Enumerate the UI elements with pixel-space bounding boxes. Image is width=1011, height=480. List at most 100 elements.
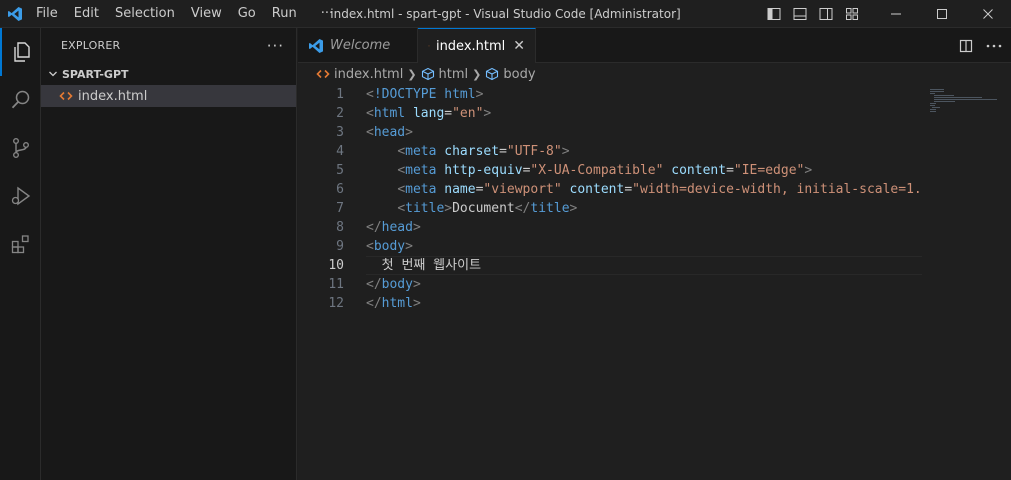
folder-spart-gpt[interactable]: SPART-GPT — [41, 63, 296, 85]
breadcrumb: index.html ❯ html ❯ body — [298, 63, 1011, 85]
sidebar-layout-icon — [767, 8, 781, 20]
code-line[interactable]: <meta http-equiv = "X-UA-Compatible" conte… — [366, 161, 922, 180]
code-token: meta — [405, 182, 437, 197]
ellipsis-icon — [986, 44, 1002, 47]
activity-search[interactable] — [0, 76, 41, 124]
code-token: > — [483, 106, 492, 121]
activity-explorer[interactable] — [0, 28, 41, 76]
code-token: "UTF-8" — [506, 144, 562, 159]
panel-layout-icon — [793, 8, 807, 20]
more-actions-button[interactable] — [983, 35, 1005, 57]
code-token: </ — [514, 201, 531, 216]
line-number: 9 — [336, 239, 344, 254]
code-token: charset — [444, 144, 500, 159]
activity-run-debug[interactable] — [0, 172, 41, 220]
customize-layout-icon — [846, 8, 858, 20]
file-index-html[interactable]: index.html — [41, 85, 296, 107]
code-token: meta — [405, 163, 437, 178]
cube-icon — [486, 67, 499, 81]
code-content[interactable]: <!DOCTYPE html> <html lang="en"> <head> <m… — [366, 85, 922, 313]
code-token: "viewport" — [483, 182, 562, 197]
code-line[interactable]: <meta charset="UTF-8"> — [366, 142, 922, 161]
code-token: = — [624, 182, 633, 197]
line-number: 4 — [336, 144, 344, 159]
menu-edit[interactable]: Edit — [66, 0, 107, 28]
minimap-line — [934, 95, 954, 96]
code-token: content — [671, 163, 727, 178]
split-editor-button[interactable] — [955, 35, 977, 57]
line-number: 8 — [336, 220, 344, 235]
code-token: head — [381, 220, 413, 235]
code-token: http-equiv — [444, 163, 523, 178]
minimap-line — [930, 105, 936, 106]
code-line[interactable]: <title>Document</title> — [366, 199, 922, 218]
minimap-line — [934, 101, 955, 102]
menu-run[interactable]: Run — [264, 0, 305, 28]
code-token: > — [561, 144, 570, 159]
code-token: lang — [412, 106, 445, 121]
close-window-button[interactable] — [965, 0, 1011, 28]
code-token: > — [569, 201, 578, 216]
breadcrumb-body[interactable]: body — [485, 66, 536, 82]
line-number: 6 — [336, 182, 344, 197]
minimap[interactable] — [922, 85, 1011, 480]
breadcrumb-label: index.html — [334, 66, 404, 82]
breadcrumb-file[interactable]: index.html — [316, 67, 403, 82]
menu-view[interactable]: View — [183, 0, 230, 28]
maximize-button[interactable] — [919, 0, 965, 28]
code-line[interactable]: </head> — [366, 218, 922, 237]
line-number: 7 — [336, 201, 344, 216]
code-token: < — [366, 87, 374, 102]
line-number: 12 — [328, 296, 344, 311]
minimize-button[interactable] — [873, 0, 919, 28]
menu-go[interactable]: Go — [230, 0, 264, 28]
code-token: > — [412, 220, 421, 235]
customize-layout-button[interactable] — [839, 0, 865, 28]
chevron-down-icon — [49, 71, 57, 77]
code-token: "width=device-width, initial-scale=1.0" — [632, 182, 922, 197]
code-line[interactable]: <meta name="viewport" content="width=dev… — [366, 180, 922, 199]
code-token: = — [726, 163, 734, 178]
breadcrumb-html[interactable]: html — [421, 67, 468, 82]
code-line[interactable]: <body> — [366, 237, 922, 256]
toggle-primary-sidebar-button[interactable] — [761, 0, 787, 28]
code-line[interactable]: 첫 번째 웹사이트 — [366, 256, 922, 275]
minimap-line — [934, 99, 997, 100]
menu-more[interactable]: ··· — [313, 0, 341, 28]
minimap-line — [930, 93, 936, 94]
code-line[interactable]: </body> — [366, 275, 922, 294]
extensions-icon — [11, 235, 29, 254]
tab-welcome[interactable]: Welcome — [298, 28, 418, 63]
minimap-line — [930, 91, 945, 92]
code-line[interactable]: <!DOCTYPE html> — [366, 85, 922, 104]
activity-source-control[interactable] — [0, 124, 41, 172]
tab-index-html[interactable]: index.html ✕ — [418, 28, 536, 63]
code-line[interactable]: <html lang="en"> — [366, 104, 922, 123]
title-bar: File Edit Selection View Go Run ··· inde… — [0, 0, 1011, 28]
activity-extensions[interactable] — [0, 220, 41, 268]
explorer-more-actions-button[interactable]: ··· — [267, 37, 284, 55]
code-token: </ — [366, 296, 382, 311]
minimap-line — [930, 111, 937, 112]
code-line[interactable]: <head> — [366, 123, 922, 142]
menu-selection[interactable]: Selection — [107, 0, 183, 28]
explorer-sidebar: EXPLORER ··· SPART-GPT index.html — [41, 28, 297, 480]
html-file-icon — [59, 91, 73, 101]
menu-file[interactable]: File — [28, 0, 66, 28]
code-token: name — [444, 182, 476, 197]
toggle-secondary-sidebar-button[interactable] — [813, 0, 839, 28]
toggle-panel-button[interactable] — [787, 0, 813, 28]
html-file-icon — [428, 45, 430, 47]
close-tab-button[interactable]: ✕ — [513, 38, 525, 54]
code-editor[interactable]: 1 2 3 4 5 6 7 8 9 10 11 12 <!DOCTYPE html> <html lan… — [298, 85, 1011, 480]
breadcrumb-label: body — [503, 66, 536, 82]
code-token: Document — [452, 201, 515, 216]
code-token: meta — [405, 144, 437, 159]
code-token: html — [373, 106, 406, 121]
minimap-line — [930, 89, 944, 90]
code-line[interactable]: </html> — [366, 294, 922, 313]
